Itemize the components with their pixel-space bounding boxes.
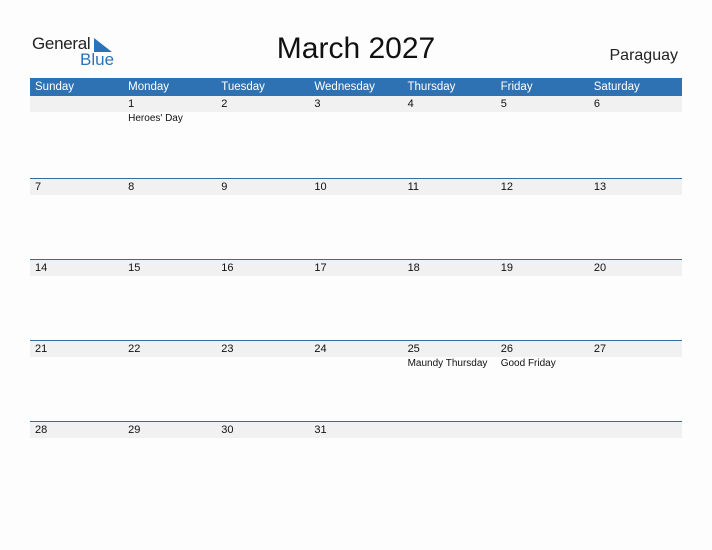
day-cell: 16 <box>216 260 309 341</box>
day-cell: 24 <box>309 341 402 422</box>
day-number: 7 <box>35 181 42 193</box>
day-cell: 31 <box>309 422 402 503</box>
day-number: 12 <box>500 181 513 193</box>
day-number: 23 <box>221 343 234 355</box>
day-cell <box>496 422 589 503</box>
week-row: 7 8 9 10 11 12 13 <box>30 178 682 260</box>
day-cell: 19 <box>496 260 589 341</box>
day-number: 4 <box>407 98 414 110</box>
day-number: 1 <box>128 98 135 110</box>
day-number: 14 <box>35 262 48 274</box>
day-cell: 28 <box>30 422 123 503</box>
day-number: 31 <box>314 424 327 436</box>
weekday-wednesday: Wednesday <box>314 81 375 93</box>
weekday-monday: Monday <box>128 81 170 93</box>
day-number: 26 <box>500 343 513 355</box>
day-cell: 27 <box>589 341 682 422</box>
day-cell <box>30 96 123 177</box>
day-number: 19 <box>500 262 513 274</box>
country-label: Paraguay <box>609 47 679 64</box>
week-row: 1 Heroes' Day 2 3 4 5 6 <box>30 96 682 177</box>
weekday-header: Sunday Monday Tuesday Wednesday Thursday… <box>30 78 682 96</box>
day-cell: 20 <box>589 260 682 341</box>
day-number: 8 <box>128 181 135 193</box>
day-cell: 5 <box>496 96 589 177</box>
week-row: 28 29 30 31 <box>30 421 682 503</box>
day-cell: 30 <box>216 422 309 503</box>
calendar-title: March 2027 <box>276 32 436 65</box>
day-number: 13 <box>593 181 607 193</box>
weekday-friday: Friday <box>500 81 533 93</box>
week-row: 14 15 16 17 18 19 20 <box>30 259 682 341</box>
day-number: 11 <box>407 181 419 193</box>
day-cell <box>403 422 496 503</box>
day-cell: 1 Heroes' Day <box>123 96 216 177</box>
day-number: 9 <box>221 181 228 193</box>
day-cell <box>589 422 682 503</box>
day-cell: 14 <box>30 260 123 341</box>
day-number: 24 <box>314 343 327 355</box>
day-cell: 6 <box>589 96 682 177</box>
day-number: 10 <box>314 181 327 193</box>
day-cell: 29 <box>123 422 216 503</box>
day-cell: 23 <box>216 341 309 422</box>
day-cell: 13 <box>589 179 682 260</box>
day-cell: 4 <box>403 96 496 177</box>
day-cell: 12 <box>496 179 589 260</box>
day-cell: 2 <box>216 96 309 177</box>
day-number: 18 <box>407 262 420 274</box>
day-cell: 11 <box>403 179 496 260</box>
day-number: 16 <box>221 262 234 274</box>
day-cell: 10 <box>309 179 402 260</box>
day-number: 20 <box>593 262 607 274</box>
day-number: 21 <box>35 343 48 355</box>
day-number: 27 <box>593 343 607 355</box>
day-number: 25 <box>407 343 420 355</box>
day-cell: 25 Maundy Thursday <box>403 341 496 422</box>
day-cell: 21 <box>30 341 123 422</box>
day-number: 17 <box>314 262 327 274</box>
day-number: 2 <box>221 98 228 110</box>
week-row: 21 22 23 24 25 Maundy Thursday 26 Good Friday 27 <box>30 340 682 422</box>
day-cell: 9 <box>216 179 309 260</box>
day-cell: 18 <box>403 260 496 341</box>
day-number: 15 <box>128 262 141 274</box>
day-number: 6 <box>593 98 600 110</box>
day-cell: 15 <box>123 260 216 341</box>
day-number: 5 <box>500 98 507 110</box>
day-cell: 3 <box>309 96 402 177</box>
day-number: 22 <box>128 343 141 355</box>
day-number: 29 <box>128 424 141 436</box>
holiday-label: Heroes' Day <box>128 113 183 124</box>
weekday-sunday: Sunday <box>35 81 75 93</box>
day-cell: 7 <box>30 179 123 260</box>
day-cell: 22 <box>123 341 216 422</box>
day-cell: 8 <box>123 179 216 260</box>
holiday-label: Maundy Thursday <box>407 358 488 369</box>
day-number: 30 <box>221 424 234 436</box>
holiday-label: Good Friday <box>500 358 556 369</box>
day-cell: 17 <box>309 260 402 341</box>
day-number: 28 <box>35 424 48 436</box>
weekday-tuesday: Tuesday <box>221 81 265 93</box>
day-number: 3 <box>314 98 321 110</box>
weekday-thursday: Thursday <box>407 81 456 93</box>
weekday-saturday: Saturday <box>593 81 640 93</box>
day-cell: 26 Good Friday <box>496 341 589 422</box>
